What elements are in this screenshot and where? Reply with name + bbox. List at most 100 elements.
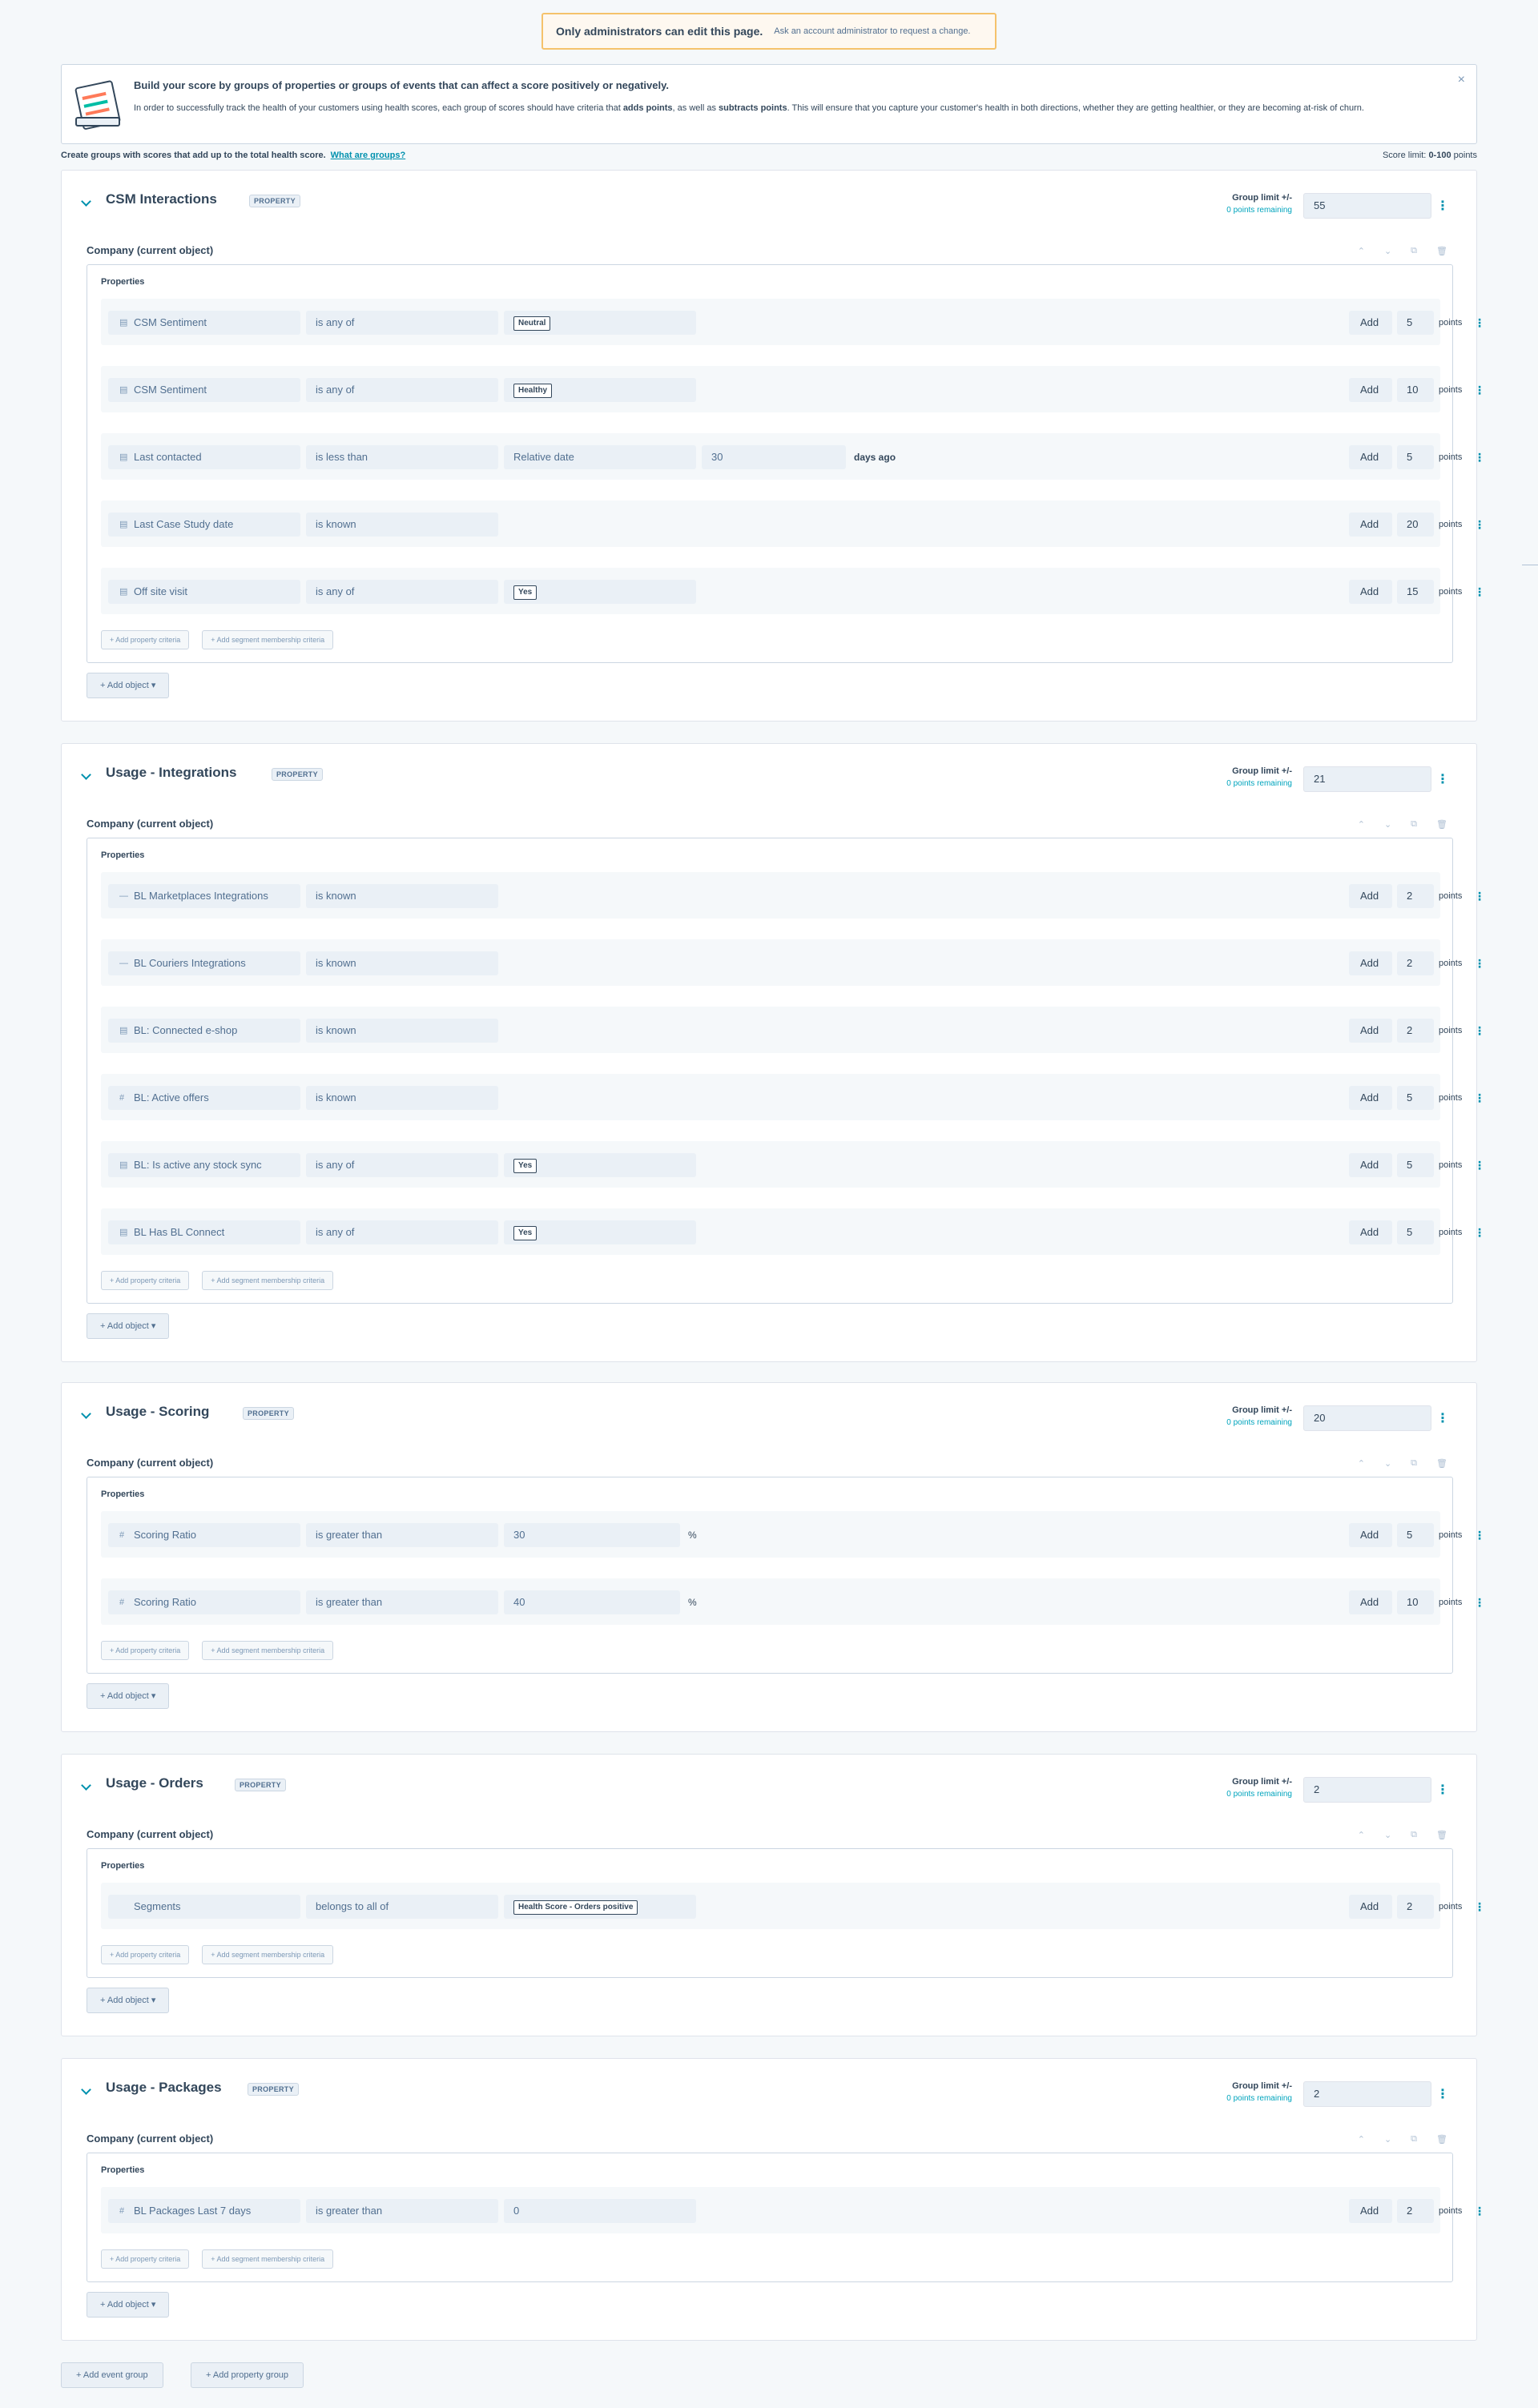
copy-icon[interactable]: ⧉ [1411, 819, 1417, 830]
points-input[interactable]: 10 [1397, 378, 1434, 402]
group-menu-icon[interactable]: ⋮ [1436, 2086, 1449, 2102]
points-input[interactable]: 5 [1397, 1153, 1434, 1177]
chevron-down-icon[interactable] [81, 2084, 91, 2095]
move-down-icon[interactable]: ⌄ [1384, 2134, 1391, 2145]
add-object-button[interactable]: + Add object ▾ [87, 2292, 170, 2318]
move-up-icon[interactable]: ⌃ [1358, 819, 1365, 830]
chevron-down-icon[interactable] [81, 1409, 91, 1419]
property-select[interactable]: ▤ BL Has BL Connect [108, 1220, 300, 1244]
add-points-select[interactable]: Add [1349, 1153, 1392, 1177]
points-input[interactable]: 5 [1397, 1523, 1434, 1547]
value-input[interactable]: 40 [504, 1590, 680, 1614]
property-select[interactable]: # Scoring Ratio [108, 1523, 300, 1547]
add-points-select[interactable]: Add [1349, 445, 1392, 469]
operator-select[interactable]: is any of [306, 1220, 498, 1244]
move-down-icon[interactable]: ⌄ [1384, 246, 1391, 256]
operator-select[interactable]: is greater than [306, 1590, 498, 1614]
property-select[interactable]: ▤ BL: Connected e-shop [108, 1019, 300, 1043]
add-points-select[interactable]: Add [1349, 1590, 1392, 1614]
points-input[interactable]: 2 [1397, 1895, 1434, 1919]
row-menu-icon[interactable]: ⋮ [1474, 1523, 1485, 1547]
row-menu-icon[interactable]: ⋮ [1474, 513, 1485, 537]
delete-icon[interactable]: 🗑 [1436, 1830, 1447, 1840]
move-down-icon[interactable]: ⌄ [1384, 1458, 1391, 1469]
points-input[interactable]: 15 [1397, 580, 1434, 604]
delete-icon[interactable]: 🗑 [1436, 1458, 1447, 1469]
add-object-button[interactable]: + Add object ▾ [87, 1683, 170, 1709]
copy-icon[interactable]: ⧉ [1411, 1458, 1417, 1469]
group-limit-input[interactable]: 21 [1303, 766, 1431, 792]
value-input[interactable]: 30 [504, 1523, 680, 1547]
points-input[interactable]: 5 [1397, 445, 1434, 469]
property-select[interactable]: ▤ BL: Is active any stock sync [108, 1153, 300, 1177]
operator-select[interactable]: belongs to all of [306, 1895, 498, 1919]
value-select[interactable]: Health Score - Orders positive [504, 1895, 696, 1919]
add-points-select[interactable]: Add [1349, 1086, 1392, 1110]
operator-select[interactable]: is greater than [306, 1523, 498, 1547]
operator-select[interactable]: is any of [306, 378, 498, 402]
move-up-icon[interactable]: ⌃ [1358, 2134, 1365, 2145]
row-menu-icon[interactable]: ⋮ [1474, 1895, 1485, 1919]
row-menu-icon[interactable]: ⋮ [1474, 884, 1485, 908]
points-input[interactable]: 20 [1397, 513, 1434, 537]
value-input[interactable]: Relative date [504, 445, 696, 469]
chevron-down-icon[interactable] [81, 770, 91, 780]
add-property-criteria-button[interactable]: + Add property criteria [101, 1271, 190, 1290]
move-down-icon[interactable]: ⌄ [1384, 819, 1391, 830]
operator-select[interactable]: is any of [306, 1153, 498, 1177]
row-menu-icon[interactable]: ⋮ [1474, 1220, 1485, 1244]
add-object-button[interactable]: + Add object ▾ [87, 1988, 170, 2013]
group-limit-input[interactable]: 2 [1303, 2081, 1431, 2107]
add-property-criteria-button[interactable]: + Add property criteria [101, 1641, 190, 1660]
add-segment-criteria-button[interactable]: + Add segment membership criteria [202, 1271, 334, 1290]
property-select[interactable]: ▤ Last Case Study date [108, 513, 300, 537]
delete-icon[interactable]: 🗑 [1436, 246, 1447, 256]
row-menu-icon[interactable]: ⋮ [1474, 1086, 1485, 1110]
property-select[interactable]: ▤ Last contacted [108, 445, 300, 469]
copy-icon[interactable]: ⧉ [1411, 2134, 1417, 2145]
chevron-down-icon[interactable] [81, 196, 91, 207]
property-select[interactable]: # BL: Active offers [108, 1086, 300, 1110]
operator-select[interactable]: is known [306, 513, 498, 537]
points-input[interactable]: 2 [1397, 951, 1434, 975]
group-menu-icon[interactable]: ⋮ [1436, 1410, 1449, 1426]
value-select[interactable]: Yes [504, 1220, 696, 1244]
add-segment-criteria-button[interactable]: + Add segment membership criteria [202, 630, 334, 649]
what-are-groups-link[interactable]: What are groups? [331, 151, 406, 160]
row-menu-icon[interactable]: ⋮ [1474, 2199, 1485, 2223]
operator-select[interactable]: is known [306, 951, 498, 975]
group-limit-input[interactable]: 20 [1303, 1405, 1431, 1431]
group-menu-icon[interactable]: ⋮ [1436, 198, 1449, 214]
value-input[interactable]: 0 [504, 2199, 696, 2223]
points-input[interactable]: 5 [1397, 311, 1434, 335]
value-select[interactable]: Yes [504, 580, 696, 604]
move-up-icon[interactable]: ⌃ [1358, 1458, 1365, 1469]
add-points-select[interactable]: Add [1349, 580, 1392, 604]
add-property-group-button[interactable]: + Add property group [191, 2362, 304, 2388]
add-points-select[interactable]: Add [1349, 311, 1392, 335]
property-select[interactable]: ▤ CSM Sentiment [108, 378, 300, 402]
value-select[interactable]: Healthy [504, 378, 696, 402]
operator-select[interactable]: is known [306, 1019, 498, 1043]
move-down-icon[interactable]: ⌄ [1384, 1830, 1391, 1840]
add-segment-criteria-button[interactable]: + Add segment membership criteria [202, 2249, 334, 2269]
points-input[interactable]: 2 [1397, 884, 1434, 908]
close-icon[interactable]: × [1458, 73, 1465, 87]
move-up-icon[interactable]: ⌃ [1358, 1830, 1365, 1840]
property-select[interactable]: — BL Marketplaces Integrations [108, 884, 300, 908]
add-points-select[interactable]: Add [1349, 378, 1392, 402]
copy-icon[interactable]: ⧉ [1411, 1830, 1417, 1840]
add-segment-criteria-button[interactable]: + Add segment membership criteria [202, 1945, 334, 1964]
property-select[interactable]: # Scoring Ratio [108, 1590, 300, 1614]
operator-select[interactable]: is less than [306, 445, 498, 469]
add-object-button[interactable]: + Add object ▾ [87, 1313, 170, 1339]
operator-select[interactable]: is known [306, 1086, 498, 1110]
value-select[interactable]: Neutral [504, 311, 696, 335]
operator-select[interactable]: is any of [306, 580, 498, 604]
add-points-select[interactable]: Add [1349, 1895, 1392, 1919]
row-menu-icon[interactable]: ⋮ [1474, 378, 1485, 402]
points-input[interactable]: 2 [1397, 2199, 1434, 2223]
points-input[interactable]: 5 [1397, 1086, 1434, 1110]
chevron-down-icon[interactable] [81, 1780, 91, 1791]
add-points-select[interactable]: Add [1349, 1523, 1392, 1547]
